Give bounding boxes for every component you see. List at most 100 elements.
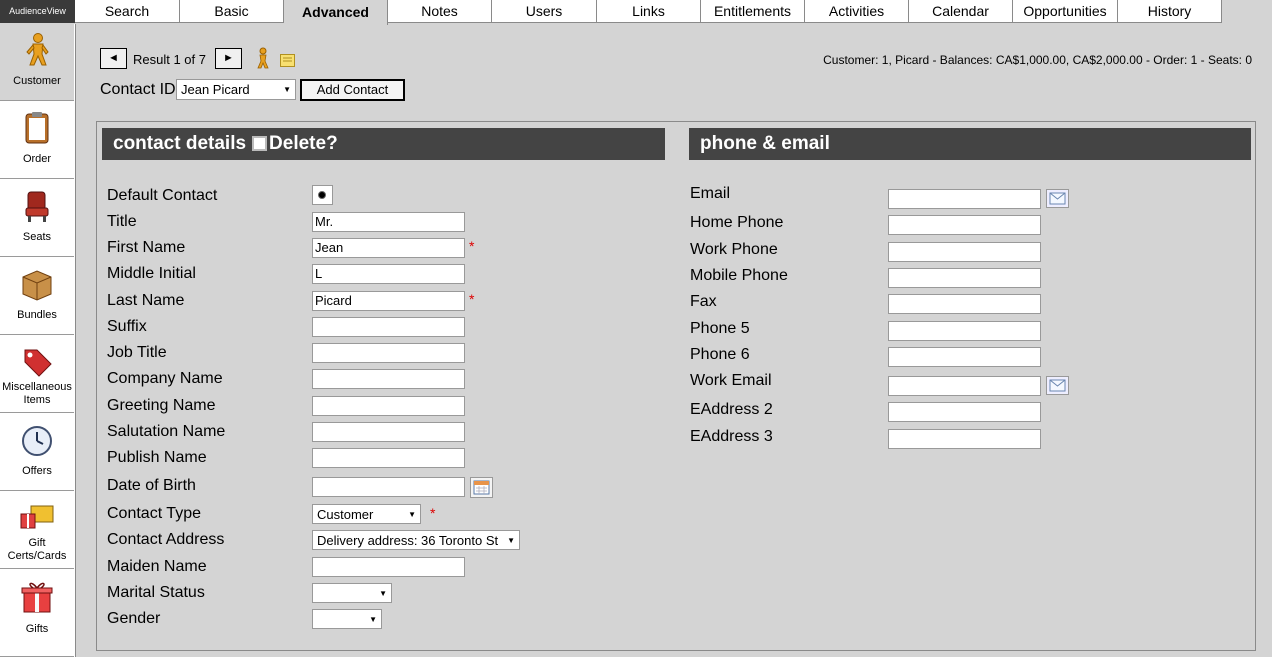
eaddress-3-field[interactable] — [888, 429, 1041, 449]
send-email-button[interactable] — [1046, 189, 1069, 208]
sidebar-item-order[interactable]: Order — [0, 102, 74, 179]
customer-icon[interactable] — [253, 47, 271, 69]
sidebar-item-label: Order — [22, 153, 52, 165]
delete-checkbox[interactable] — [252, 136, 268, 151]
phone-5-field[interactable] — [888, 321, 1041, 341]
contact-details-header: contact details Delete? — [102, 128, 665, 160]
job-title-field[interactable] — [312, 343, 465, 363]
top-tab-bar: AudienceView Search Basic Advanced Notes… — [0, 0, 1272, 25]
middle-initial-field[interactable]: L — [312, 264, 465, 284]
sidebar-item-label: Customer — [13, 75, 61, 87]
maiden-name-field[interactable] — [312, 557, 465, 577]
sidebar-item-miscellaneous-items[interactable]: Miscellaneous Items — [0, 336, 74, 413]
date-of-birth-field[interactable] — [312, 477, 465, 497]
eaddress-2-label: EAddress 2 — [690, 401, 773, 418]
title-field[interactable]: Mr. — [312, 212, 465, 232]
sidebar-item-bundles[interactable]: Bundles — [0, 258, 74, 335]
chevron-down-icon: ▼ — [379, 589, 387, 598]
tab-search[interactable]: Search — [75, 0, 180, 23]
default-contact-radio[interactable] — [312, 185, 333, 205]
tab-links[interactable]: Links — [597, 0, 701, 23]
app-logo: AudienceView — [0, 0, 75, 23]
required-marker: * — [430, 505, 436, 521]
contact-type-select[interactable]: Customer ▼ — [312, 504, 421, 524]
marital-status-label: Marital Status — [107, 584, 205, 601]
gender-select[interactable]: ▼ — [312, 609, 382, 629]
tab-history[interactable]: History — [1118, 0, 1222, 23]
job-title-label: Job Title — [107, 344, 167, 361]
next-result-button[interactable]: ► — [215, 48, 242, 69]
contact-id-label: Contact ID — [100, 81, 176, 98]
add-contact-button[interactable]: Add Contact — [300, 79, 405, 101]
email-label: Email — [690, 185, 731, 202]
salutation-name-field[interactable] — [312, 422, 465, 442]
work-phone-label: Work Phone — [690, 241, 778, 258]
sidebar-item-seats[interactable]: Seats — [0, 180, 74, 257]
first-name-label: First Name — [107, 239, 186, 256]
sidebar-item-customer[interactable]: Customer — [0, 24, 74, 101]
sidebar-item-label: Bundles — [17, 309, 57, 321]
contact-panel — [96, 121, 1256, 651]
tab-notes[interactable]: Notes — [388, 0, 492, 23]
fax-field[interactable] — [888, 294, 1041, 314]
price-tag-icon — [24, 349, 52, 377]
phone-email-title: phone & email — [700, 133, 830, 154]
title-label: Title — [107, 213, 137, 230]
greeting-name-label: Greeting Name — [107, 397, 216, 414]
gift-card-icon — [20, 505, 54, 529]
required-marker: * — [469, 238, 475, 254]
sidebar-item-offers[interactable]: Offers — [0, 414, 74, 491]
send-work-email-button[interactable] — [1046, 376, 1069, 395]
box-icon — [22, 270, 52, 301]
customer-icon — [26, 33, 49, 66]
suffix-label: Suffix — [107, 318, 147, 335]
tab-users[interactable]: Users — [492, 0, 597, 23]
clock-icon — [22, 426, 52, 456]
tab-activities[interactable]: Activities — [805, 0, 909, 23]
seat-icon — [25, 191, 49, 222]
work-email-field[interactable] — [888, 376, 1041, 396]
note-icon[interactable] — [280, 54, 295, 67]
sidebar-item-label: Gifts — [25, 623, 49, 635]
clipboard-icon — [25, 112, 49, 144]
home-phone-field[interactable] — [888, 215, 1041, 235]
last-name-field[interactable]: Picard — [312, 291, 465, 311]
work-phone-field[interactable] — [888, 242, 1041, 262]
mobile-phone-field[interactable] — [888, 268, 1041, 288]
contact-id-value: Jean Picard — [181, 82, 250, 97]
sidebar-item-gifts[interactable]: Gifts — [0, 570, 74, 657]
sidebar-item-label: Gift Certs/Cards — [7, 537, 67, 562]
publish-name-label: Publish Name — [107, 449, 207, 466]
phone-6-label: Phone 6 — [690, 346, 750, 363]
marital-status-select[interactable]: ▼ — [312, 583, 392, 603]
contact-address-select[interactable]: Delivery address: 36 Toronto St ▼ — [312, 530, 520, 550]
contact-id-select[interactable]: Jean Picard ▼ — [176, 79, 296, 100]
publish-name-field[interactable] — [312, 448, 465, 468]
sidebar-item-gift-certs-cards[interactable]: Gift Certs/Cards — [0, 492, 74, 569]
tab-basic[interactable]: Basic — [180, 0, 284, 23]
salutation-name-label: Salutation Name — [107, 423, 226, 440]
greeting-name-field[interactable] — [312, 396, 465, 416]
chevron-down-icon: ▼ — [408, 510, 416, 519]
tab-entitlements[interactable]: Entitlements — [701, 0, 805, 23]
envelope-icon — [1049, 192, 1066, 205]
tab-advanced[interactable]: Advanced — [284, 0, 388, 25]
previous-result-button[interactable]: ◄ — [100, 48, 127, 69]
date-of-birth-label: Date of Birth — [107, 477, 196, 494]
company-name-field[interactable] — [312, 369, 465, 389]
gift-icon — [21, 582, 53, 613]
phone-6-field[interactable] — [888, 347, 1041, 367]
suffix-field[interactable] — [312, 317, 465, 337]
email-field[interactable] — [888, 189, 1041, 209]
maiden-name-label: Maiden Name — [107, 558, 207, 575]
required-marker: * — [469, 291, 475, 307]
fax-label: Fax — [690, 293, 717, 310]
tab-calendar[interactable]: Calendar — [909, 0, 1013, 23]
first-name-field[interactable]: Jean — [312, 238, 465, 258]
date-picker-button[interactable] — [470, 477, 493, 498]
delete-label: Delete? — [269, 133, 338, 154]
contact-type-value: Customer — [317, 507, 374, 522]
tab-opportunities[interactable]: Opportunities — [1013, 0, 1118, 23]
eaddress-2-field[interactable] — [888, 402, 1041, 422]
chevron-down-icon: ▼ — [369, 615, 377, 624]
